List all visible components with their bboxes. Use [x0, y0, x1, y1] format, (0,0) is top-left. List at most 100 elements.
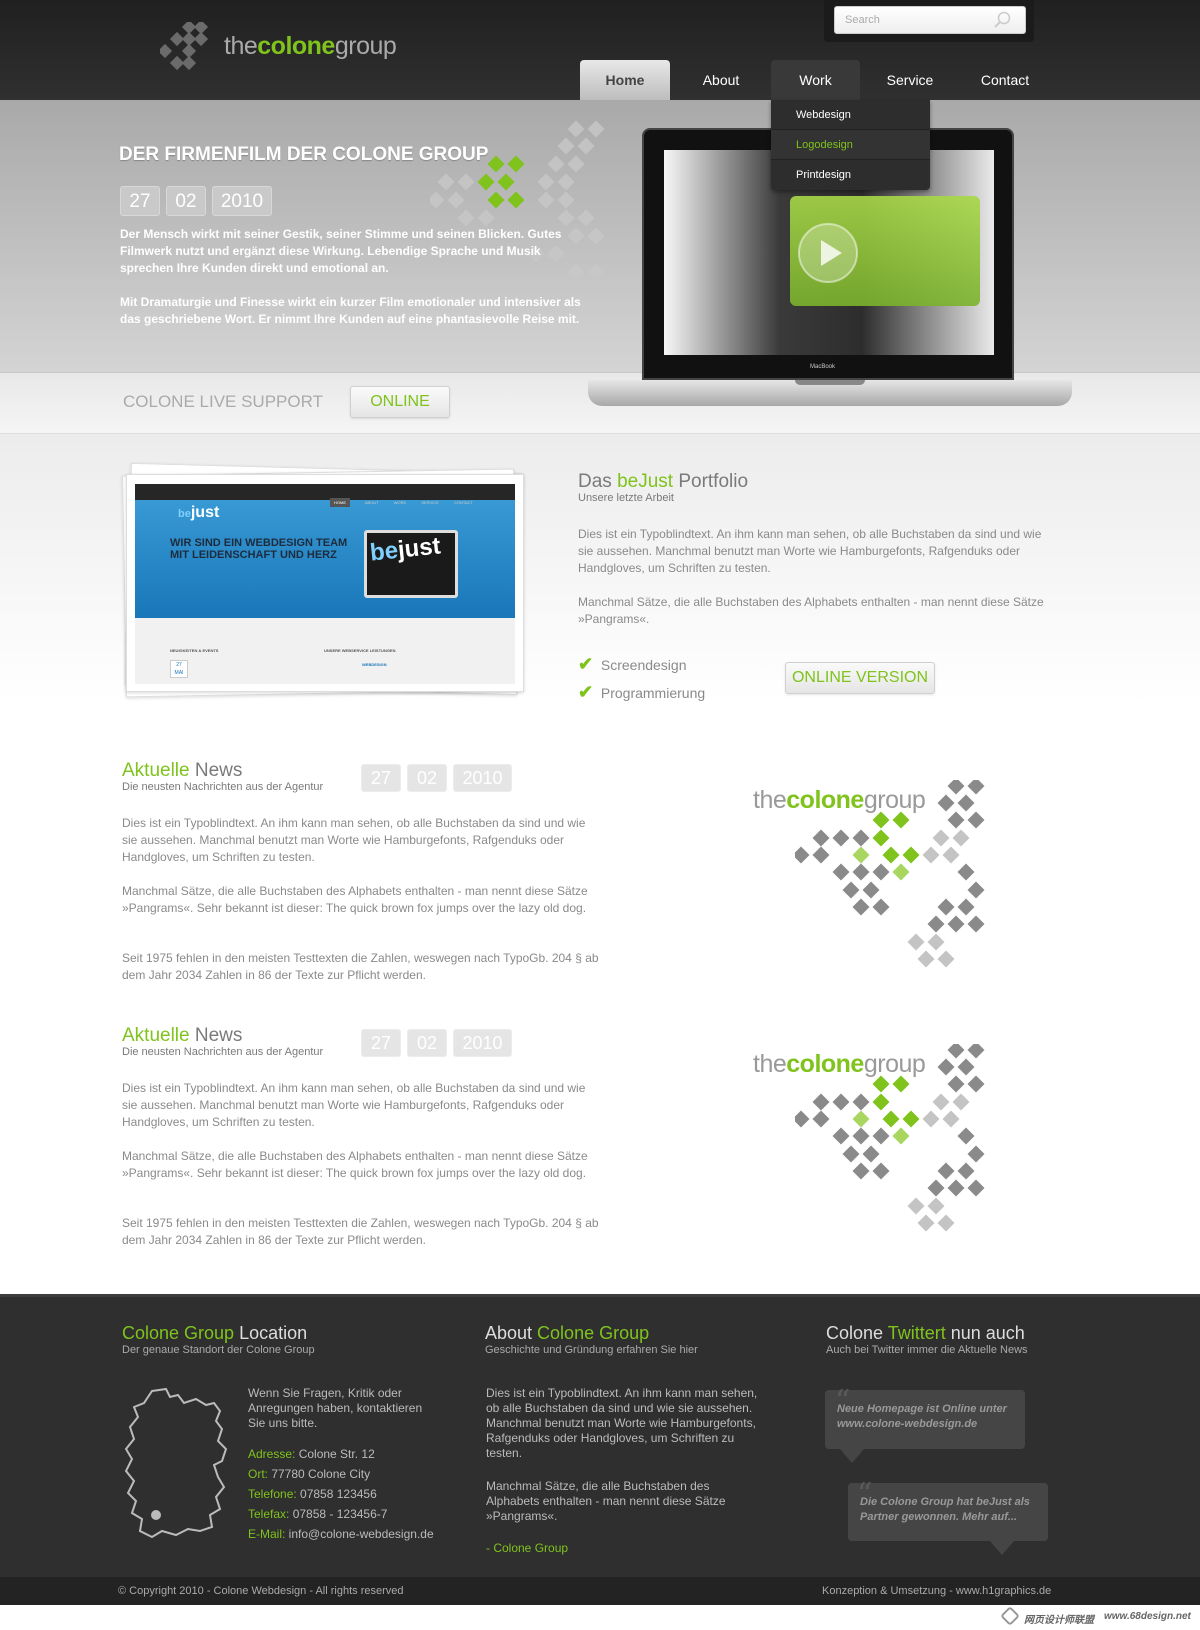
footer-location-intro: Wenn Sie Fragen, Kritik oder Anregungen …	[248, 1386, 423, 1430]
nav-service[interactable]: Service	[872, 60, 948, 100]
tweet-1-text: Neue Homepage ist Online unter www.colon…	[837, 1403, 1007, 1430]
news-2-logo-pattern-icon	[795, 1044, 985, 1232]
watermark-logo-icon	[1000, 1606, 1020, 1626]
footer-location-subtitle: Der genaue Standort der Colone Group	[122, 1344, 315, 1356]
hero-date-day: 27	[120, 186, 160, 216]
footer-email-label: E-Mail:	[248, 1527, 286, 1541]
portfolio-check-2: ✔ Programmierung	[578, 682, 705, 703]
footer-email-link[interactable]: info@colone-webdesign.de	[285, 1527, 434, 1541]
portfolio-shot-topbar	[135, 484, 515, 500]
footer-about-subtitle: Geschichte und Gründung erfahren Sie hie…	[485, 1344, 698, 1356]
footer-about-title: About Colone Group	[485, 1323, 649, 1344]
footer-fax-row: Telefax: 07858 - 123456-7	[248, 1507, 468, 1522]
nav-contact[interactable]: Contact	[970, 60, 1040, 100]
logo-post: group	[334, 32, 397, 60]
news-1-title-rest: News	[189, 760, 243, 781]
germany-map-icon[interactable]	[118, 1385, 233, 1540]
portfolio-shot-nav-work: WORK	[393, 500, 407, 505]
portfolio-title-post: Portfolio	[673, 471, 749, 492]
portfolio-check-1-label: Screendesign	[600, 657, 687, 673]
footer-fax-value: 07858 - 123456-7	[289, 1507, 388, 1521]
logo-wordmark[interactable]: thecolonegroup	[224, 32, 397, 61]
news-1-logo-pre: the	[753, 786, 787, 814]
footer-twitter-title-pre: Colone	[826, 1323, 888, 1343]
footer-twitter-title-post: nun auch	[945, 1323, 1025, 1343]
news-1-date-month: 02	[407, 764, 447, 792]
check-icon: ✔	[578, 654, 594, 674]
footer-fax-label: Telefax:	[248, 1507, 290, 1521]
portfolio-shot-footer-left: NEUIGKEITEN & EVENTS	[170, 648, 219, 653]
credit-link[interactable]: Konzeption & Umsetzung - www.h1graphics.…	[822, 1577, 1051, 1605]
laptop-label: MacBook	[810, 364, 836, 370]
news-2-paragraph-2: Manchmal Sätze, die alle Buchstaben des …	[122, 1149, 588, 1180]
portfolio-shot-logo-text: just	[190, 504, 220, 521]
footer-address-value: Colone Str. 12	[295, 1447, 375, 1461]
footer-about-paragraph-1: Dies ist ein Typoblindtext. An ihm kann …	[486, 1386, 758, 1460]
footer-address-label: Adresse:	[248, 1447, 296, 1461]
portfolio-shot-date: 27 MAI	[170, 660, 188, 678]
portfolio-paragraph-1: Dies ist ein Typoblindtext. An ihm kann …	[578, 527, 1042, 575]
news-2-paragraph-1: Dies ist ein Typoblindtext. An ihm kann …	[122, 1081, 586, 1129]
footer-address-row: Adresse: Colone Str. 12	[248, 1447, 468, 1462]
watermark-url: www.68design.net	[1104, 1611, 1191, 1622]
portfolio-shot-logo: bejust	[178, 504, 219, 522]
copyright-text: © Copyright 2010 - Colone Webdesign - Al…	[118, 1585, 404, 1597]
tweet-2[interactable]: Die Colone Group hat beJust als Partner …	[848, 1483, 1048, 1541]
portfolio-title: Das beJust Portfolio	[578, 471, 748, 493]
footer-phone-label: Telefone:	[248, 1487, 297, 1501]
dropdown-item-printdesign[interactable]: Printdesign	[771, 160, 930, 190]
news-2-date-year: 2010	[453, 1029, 512, 1057]
dropdown-item-webdesign[interactable]: Webdesign	[771, 100, 930, 130]
footer-about-title-pre: About	[485, 1323, 538, 1343]
portfolio-shot-headline: WIR SIND EIN WEBDESIGN TEAM MIT LEIDENSC…	[170, 537, 348, 561]
news-1-title-green: Aktuelle	[122, 760, 190, 781]
news-2-logo-pre: the	[753, 1050, 787, 1078]
news-1-date-day: 27	[361, 764, 401, 792]
tweet-1-tail	[840, 1449, 864, 1463]
footer-location-title-green: Colone Group	[122, 1323, 235, 1343]
support-online-button[interactable]: ONLINE	[350, 386, 450, 418]
tweet-1[interactable]: Neue Homepage ist Online unter www.colon…	[825, 1390, 1025, 1449]
quote-icon: “	[835, 1384, 851, 1419]
watermark-text: 网页设计师联盟	[1024, 1615, 1094, 1626]
news-2-title-rest: News	[189, 1025, 243, 1046]
nav-home[interactable]: Home	[580, 60, 670, 100]
portfolio-title-pre: Das	[578, 471, 618, 492]
news-1-date-year: 2010	[453, 764, 512, 792]
portfolio-shot-nav-about: ABOUT	[364, 500, 379, 505]
portfolio-check-2-label: Programmierung	[600, 685, 706, 701]
portfolio-shot-nav-service: SERVICE	[421, 500, 439, 505]
hero-paragraph-2: Mit Dramaturgie und Finesse wirkt ein ku…	[120, 295, 581, 326]
news-2-date-month: 02	[407, 1029, 447, 1057]
support-label: COLONE LIVE SUPPORT	[123, 392, 323, 411]
portfolio-shot-monitor-logo-text: just	[396, 532, 442, 564]
play-icon[interactable]	[797, 222, 859, 284]
logo-mark-icon[interactable]	[160, 22, 220, 77]
news-1-paragraph-2: Manchmal Sätze, die alle Buchstaben des …	[122, 884, 588, 915]
portfolio-title-green: beJust	[617, 471, 674, 492]
hero-title: DER FIRMENFILM DER COLONE GROUP	[119, 144, 489, 165]
logo-pre: the	[224, 32, 258, 60]
news-1-paragraph-3: Seit 1975 fehlen in den meisten Testtext…	[122, 951, 599, 982]
nav-about[interactable]: About	[688, 60, 754, 100]
footer-twitter-subtitle: Auch bei Twitter immer die Aktuelle News	[826, 1344, 1028, 1356]
tweet-2-tail	[990, 1541, 1014, 1555]
footer-email-row[interactable]: E-Mail: info@colone-webdesign.de	[248, 1527, 468, 1542]
news-2-paragraph-3: Seit 1975 fehlen in den meisten Testtext…	[122, 1216, 599, 1247]
online-version-button[interactable]: ONLINE VERSION	[785, 662, 935, 694]
portfolio-subtitle: Unsere letzte Arbeit	[578, 492, 674, 504]
dropdown-item-logodesign[interactable]: Logodesign	[771, 130, 930, 160]
portfolio-paragraph-2: Manchmal Sätze, die alle Buchstaben des …	[578, 595, 1044, 626]
news-2-subtitle: Die neusten Nachrichten aus der Agentur	[122, 1046, 324, 1058]
nav-work[interactable]: Work	[771, 60, 860, 100]
hero-date-year: 2010	[212, 186, 272, 216]
news-1-paragraph-1: Dies ist ein Typoblindtext. An ihm kann …	[122, 816, 586, 864]
search-icon[interactable]	[992, 10, 1012, 30]
footer-location-title: Colone Group Location	[122, 1323, 307, 1344]
news-2-title-green: Aktuelle	[122, 1025, 190, 1046]
tweet-2-text: Die Colone Group hat beJust als Partner …	[860, 1496, 1030, 1523]
logo-mid: colone	[257, 32, 335, 60]
footer-location-title-rest: Location	[234, 1323, 308, 1343]
portfolio-shot-nav: HOME ABOUT WORK SERVICE CONTACT	[330, 498, 510, 512]
footer-twitter-title-green: Twittert	[887, 1323, 946, 1343]
